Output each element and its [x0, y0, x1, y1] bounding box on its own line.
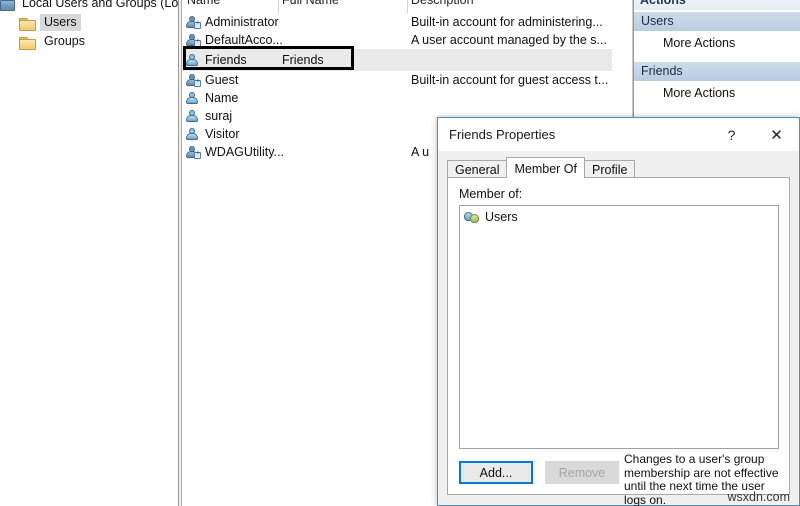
cell-name: DefaultAcco... — [186, 33, 283, 47]
screenshot-root: Local Users and Groups (Local) Users Gro… — [0, 0, 800, 506]
list-column-headers: Name Full Name Description — [182, 0, 612, 13]
cell-name: Friends — [186, 53, 247, 67]
list-item[interactable]: Users — [464, 210, 518, 224]
row-name-text: suraj — [205, 109, 233, 123]
tree-root-label: Local Users and Groups (Local) — [22, 0, 199, 10]
user-account-icon — [186, 145, 201, 159]
tree-node-users-label: Users — [40, 14, 81, 31]
tab-profile[interactable]: Profile — [584, 160, 636, 178]
watermark: wsxdn.com — [727, 490, 790, 504]
tab-general[interactable]: General — [447, 160, 508, 178]
tree-node-users[interactable]: Users — [19, 14, 81, 31]
user-icon — [186, 127, 201, 141]
column-header-full-name[interactable]: Full Name — [282, 0, 339, 7]
tree-node-groups-label: Groups — [44, 34, 85, 48]
row-name-text: Administrator — [205, 15, 279, 29]
dialog-window-buttons: ? ✕ — [709, 118, 799, 151]
group-icon — [464, 210, 480, 224]
member-of-listbox[interactable]: Users — [459, 205, 779, 449]
tree-node-groups[interactable]: Groups — [19, 33, 89, 50]
row-name-text: Name — [205, 91, 239, 105]
cell-description: A u — [411, 145, 430, 159]
dialog-tabstrip: General Member Of Profile — [447, 157, 636, 178]
cell-name: suraj — [186, 109, 232, 123]
column-divider[interactable] — [407, 0, 408, 13]
user-icon — [186, 91, 201, 105]
column-header-name[interactable]: Name — [187, 0, 220, 7]
tab-member-of[interactable]: Member Of — [506, 157, 585, 178]
row-name-text: Visitor — [205, 127, 240, 141]
actions-pane-title: Actions — [634, 0, 800, 10]
user-icon — [186, 53, 201, 67]
cell-name: Guest — [186, 73, 238, 87]
tab-panel-member-of: Member of: Users Add... Remove Changes t… — [447, 177, 790, 506]
cell-full-name: Friends — [282, 53, 324, 67]
console-tree-pane: Local Users and Groups (Local) Users Gro… — [0, 0, 198, 506]
action-more-actions-friends[interactable]: More Actions — [634, 83, 800, 103]
cell-name: WDAGUtility... — [186, 145, 284, 159]
dialog-body: General Member Of Profile Member of: Use… — [438, 151, 799, 506]
cell-name: Administrator — [186, 15, 279, 29]
table-row[interactable]: Administrator Built-in account for admin… — [182, 13, 612, 31]
user-account-icon — [186, 15, 201, 29]
row-name-text: WDAGUtility... — [205, 145, 284, 159]
row-name-text: Guest — [205, 73, 239, 87]
remove-button: Remove — [545, 461, 619, 484]
action-more-actions-users[interactable]: More Actions — [634, 33, 800, 53]
row-name-text: DefaultAcco... — [205, 33, 283, 47]
dialog-title: Friends Properties — [449, 127, 556, 142]
tree-list-splitter[interactable] — [178, 0, 179, 506]
cell-name: Visitor — [186, 127, 240, 141]
cell-description: A user account managed by the s... — [411, 33, 607, 47]
user-account-icon — [186, 33, 201, 47]
actions-group-header-friends: Friends — [634, 61, 800, 81]
column-header-description[interactable]: Description — [411, 0, 474, 7]
folder-icon — [19, 35, 36, 50]
actions-group-header-users: Users — [634, 11, 800, 31]
member-of-label: Member of: — [459, 187, 523, 201]
help-icon[interactable]: ? — [709, 118, 754, 151]
table-row[interactable]: Name — [182, 89, 612, 107]
dialog-titlebar[interactable]: Friends Properties ? ✕ — [438, 118, 799, 151]
table-row[interactable]: Guest Built-in account for guest access … — [182, 71, 612, 89]
list-item-label: Users — [485, 210, 518, 224]
tree-node-local-users-and-groups[interactable]: Local Users and Groups (Local) — [0, 0, 202, 12]
row-name-text: Friends — [205, 53, 247, 67]
cell-name: Name — [186, 91, 238, 105]
table-row-selected[interactable]: Friends Friends — [182, 49, 612, 71]
close-icon[interactable]: ✕ — [754, 118, 799, 151]
console-icon — [0, 0, 15, 11]
user-account-icon — [186, 73, 201, 87]
column-divider[interactable] — [278, 0, 279, 13]
table-row[interactable]: DefaultAcco... A user account managed by… — [182, 31, 612, 49]
friends-properties-dialog: Friends Properties ? ✕ General Member Of… — [437, 117, 800, 506]
cell-description: Built-in account for administering... — [411, 15, 603, 29]
user-icon — [186, 109, 201, 123]
folder-icon — [19, 16, 36, 31]
cell-description: Built-in account for guest access t... — [411, 73, 609, 87]
add-button[interactable]: Add... — [459, 461, 533, 484]
